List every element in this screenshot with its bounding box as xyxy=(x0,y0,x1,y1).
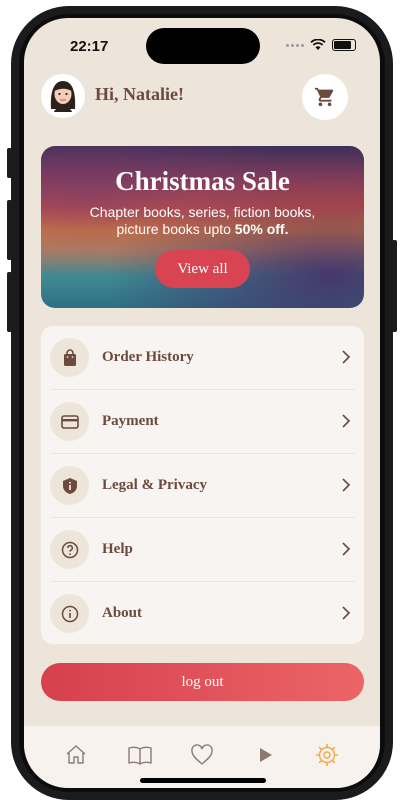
volume-down-button xyxy=(7,272,12,332)
dynamic-island xyxy=(146,28,260,64)
banner-subtitle-line2: picture books upto xyxy=(116,221,235,237)
menu-item-label: Payment xyxy=(102,413,159,429)
status-time: 22:17 xyxy=(70,38,109,55)
status-icons xyxy=(286,38,356,52)
cart-icon xyxy=(314,87,334,107)
info-icon xyxy=(50,594,89,633)
play-icon xyxy=(260,748,272,762)
greeting-text: Hi, Natalie! xyxy=(95,84,184,104)
menu-item-label: Legal & Privacy xyxy=(102,477,207,493)
menu-item-label: About xyxy=(102,605,143,621)
home-indicator xyxy=(140,778,266,783)
menu-item-label: Help xyxy=(102,541,133,557)
tab-settings[interactable] xyxy=(312,740,342,770)
chevron-right-icon xyxy=(342,542,351,556)
chevron-right-icon xyxy=(342,606,351,620)
tab-play[interactable] xyxy=(250,740,280,770)
tab-favorites[interactable] xyxy=(187,740,217,770)
book-icon xyxy=(128,746,152,765)
menu-item-label: Order History xyxy=(102,349,194,365)
power-button xyxy=(392,240,397,332)
tab-home[interactable] xyxy=(61,740,91,770)
chevron-right-icon xyxy=(342,414,351,428)
banner-discount: 50% off. xyxy=(234,221,289,237)
shopping-bag-icon xyxy=(50,338,89,377)
shield-icon xyxy=(50,466,89,505)
cart-button[interactable] xyxy=(302,74,348,120)
home-icon xyxy=(66,745,86,764)
logout-button[interactable]: log out xyxy=(41,663,364,701)
settings-icon xyxy=(315,743,339,767)
wifi-icon xyxy=(310,39,326,50)
banner-subtitle-line1: Chapter books, series, fiction books, xyxy=(89,204,316,220)
menu-item-legal-privacy[interactable]: Legal & Privacy xyxy=(41,454,364,518)
heart-icon xyxy=(191,744,213,765)
battery-icon xyxy=(332,39,356,51)
tab-library[interactable] xyxy=(125,740,155,770)
mute-switch xyxy=(7,148,12,178)
banner-title: Christmas Sale xyxy=(115,166,290,196)
credit-card-icon xyxy=(50,402,89,441)
help-circle-icon xyxy=(50,530,89,569)
menu-item-order-history[interactable]: Order History xyxy=(41,326,364,390)
avatar-face-icon xyxy=(50,81,76,112)
menu-item-help[interactable]: Help xyxy=(41,518,364,582)
view-all-button[interactable]: View all xyxy=(155,250,250,288)
sale-banner: Christmas Sale Chapter books, series, fi… xyxy=(41,146,364,308)
settings-menu: Order History Payment Legal & Privacy He… xyxy=(41,326,364,644)
chevron-right-icon xyxy=(342,478,351,492)
banner-subtitle: Chapter books, series, fiction books, pi… xyxy=(51,204,354,238)
menu-item-payment[interactable]: Payment xyxy=(41,390,364,454)
chevron-right-icon xyxy=(342,350,351,364)
volume-up-button xyxy=(7,200,12,260)
signal-icon xyxy=(286,43,304,47)
avatar[interactable] xyxy=(41,74,85,118)
app-screen: 22:17 Hi, Natalie! Christmas Sale Chapte xyxy=(24,18,380,788)
menu-item-about[interactable]: About xyxy=(41,582,364,646)
